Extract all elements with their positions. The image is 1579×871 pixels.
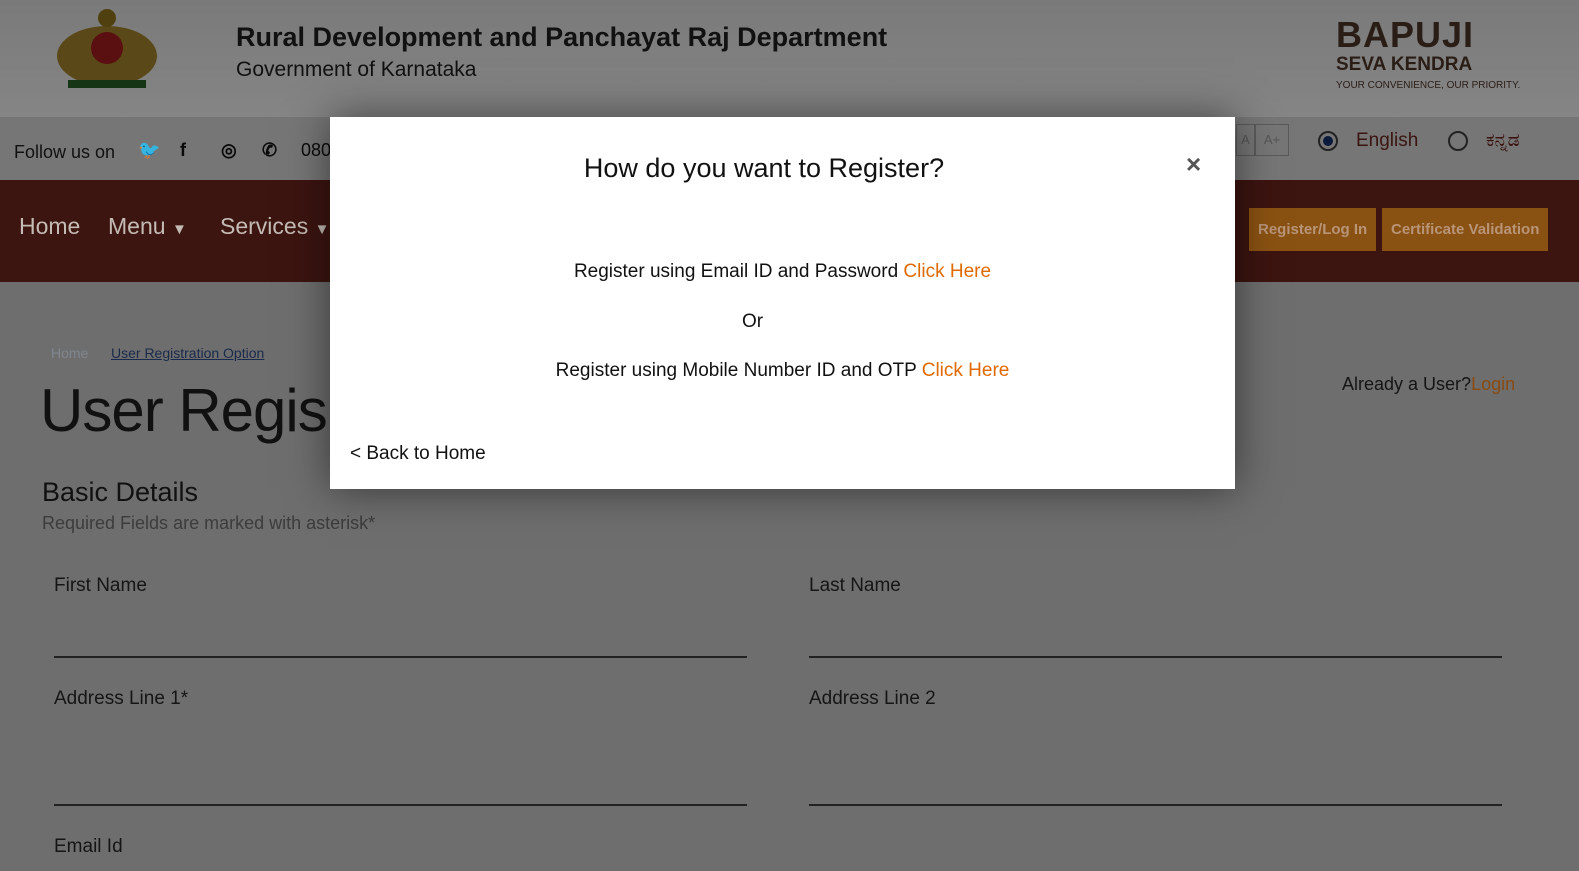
already-user-label: Already a User?: [1342, 374, 1472, 394]
register-login-button[interactable]: Register/Log In: [1249, 208, 1377, 251]
address2-input[interactable]: [809, 804, 1502, 806]
radio-unselected-icon: [1448, 131, 1468, 151]
breadcrumb-current[interactable]: User Registration Option: [111, 345, 264, 361]
mobile-option-text: Register using Mobile Number ID and OTP: [555, 360, 922, 381]
section-title: Basic Details: [42, 477, 199, 507]
nav-menu-label: Menu: [108, 213, 166, 239]
font-size-increase-button[interactable]: A+: [1255, 124, 1289, 156]
phone-number: 080: [301, 140, 332, 160]
last-name-input[interactable]: [809, 656, 1502, 658]
back-to-home-link[interactable]: < Back to Home: [350, 443, 486, 465]
required-note: Required Fields are marked with asterisk…: [42, 513, 376, 533]
mobile-register-option: Register using Mobile Number ID and OTP …: [330, 360, 1235, 382]
close-icon[interactable]: ×: [1186, 149, 1201, 180]
nav-menu[interactable]: Menu ▼: [108, 213, 187, 240]
breadcrumb-home[interactable]: Home: [51, 345, 88, 361]
nav-home[interactable]: Home: [19, 213, 80, 240]
facebook-icon[interactable]: f: [180, 140, 186, 161]
nav-services[interactable]: Services ▼: [220, 213, 329, 240]
karnataka-emblem-icon: [57, 9, 157, 88]
nav-services-label: Services: [220, 213, 309, 239]
page-title: User Regis: [40, 377, 328, 444]
chevron-down-icon: ▼: [314, 221, 330, 238]
department-title: Rural Development and Panchayat Raj Depa…: [236, 22, 888, 52]
english-label: English: [1356, 130, 1419, 151]
radio-selected-icon: [1318, 131, 1338, 151]
department-subtitle: Government of Karnataka: [236, 58, 477, 81]
twitter-icon[interactable]: 🐦: [138, 140, 160, 161]
follow-us-label: Follow us on: [14, 142, 116, 162]
address1-label: Address Line 1*: [54, 688, 189, 709]
certificate-validation-button[interactable]: Certificate Validation: [1382, 208, 1549, 251]
bapuji-seva-kendra-logo: BAPUJI SEVA KENDRA YOUR CONVENIENCE, OUR P…: [1336, 14, 1521, 91]
mobile-click-here-link[interactable]: Click Here: [922, 360, 1010, 381]
first-name-input[interactable]: [54, 656, 747, 658]
email-register-option: Register using Email ID and Password Cli…: [330, 261, 1235, 283]
modal-title: How do you want to Register?: [583, 153, 945, 183]
email-click-here-link[interactable]: Click Here: [903, 261, 991, 282]
register-modal: How do you want to Register? × Register …: [330, 117, 1235, 489]
chevron-down-icon: ▼: [171, 221, 187, 238]
last-name-label: Last Name: [809, 575, 901, 596]
kannada-label: ಕನ್ನಡ: [1486, 130, 1520, 151]
header: Rural Development and Panchayat Raj Depa…: [0, 0, 1579, 117]
address1-input[interactable]: [54, 804, 747, 806]
login-link[interactable]: Login: [1471, 374, 1515, 394]
already-user: Already a User?Login: [1342, 374, 1515, 395]
language-kannada-radio[interactable]: ಕನ್ನಡ: [1448, 130, 1520, 152]
language-english-radio[interactable]: English: [1318, 130, 1418, 152]
instagram-icon[interactable]: ◎: [221, 140, 237, 161]
email-label: Email Id: [54, 836, 123, 857]
first-name-label: First Name: [54, 575, 147, 596]
or-separator: Or: [741, 311, 764, 332]
font-size-normal-button[interactable]: A: [1236, 124, 1255, 156]
email-option-text: Register using Email ID and Password: [573, 261, 904, 282]
address2-label: Address Line 2: [809, 688, 936, 709]
phone-icon: ✆: [262, 140, 278, 160]
